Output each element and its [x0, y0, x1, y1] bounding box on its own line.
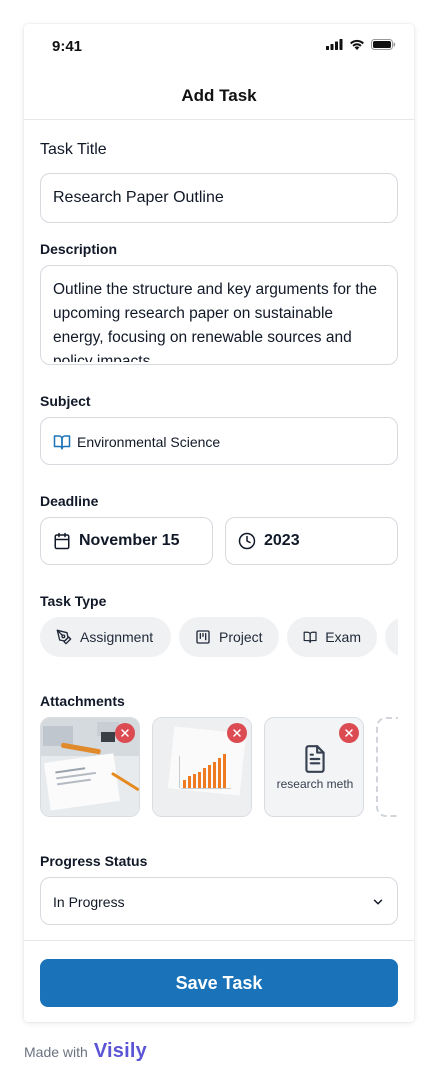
save-task-button[interactable]: Save Task [40, 959, 398, 1007]
calendar-icon [54, 532, 70, 550]
close-icon [121, 729, 129, 737]
progress-status-select[interactable]: In Progress [40, 877, 398, 925]
subject-label: Subject [40, 393, 91, 409]
visily-logo: Visily [93, 1040, 147, 1062]
phone-frame: 9:41 Add Task Task Title Research Paper … [24, 24, 414, 1022]
task-type-chip-label: Exam [325, 629, 361, 645]
deadline-date-value: November 15 [79, 532, 180, 549]
progress-status-value: In Progress [53, 894, 125, 910]
remove-attachment-button[interactable] [227, 723, 247, 743]
task-title-input[interactable]: Research Paper Outline [40, 173, 398, 223]
task-type-chip-label: Assignment [80, 629, 154, 645]
made-with-badge[interactable]: Made with Visily [24, 1040, 147, 1063]
status-bar: 9:41 [24, 24, 414, 68]
progress-status-label: Progress Status [40, 853, 148, 869]
attachments-row-clip [398, 712, 414, 822]
pen-tool-icon [56, 629, 72, 645]
task-type-label: Task Type [40, 593, 107, 609]
subject-value: Environmental Science [77, 434, 221, 450]
battery-icon [371, 39, 396, 50]
status-time: 9:41 [52, 38, 83, 55]
wifi-icon [350, 39, 364, 50]
status-icons [326, 39, 396, 50]
made-with-text: Made with [24, 1043, 88, 1060]
description-value: Outline the structure and key arguments … [53, 281, 377, 362]
task-type-chip-project[interactable]: Project [179, 617, 279, 657]
signal-icon [326, 39, 343, 50]
book-open-icon [303, 631, 317, 643]
deadline-year-picker[interactable]: 2023 [225, 517, 398, 565]
attachment-thumbnail[interactable] [152, 717, 252, 817]
top-navbar: Add Task [24, 68, 414, 120]
page-title: Add Task [181, 86, 257, 105]
remove-attachment-button[interactable] [115, 723, 135, 743]
task-type-chip-assignment[interactable]: Assignment [40, 617, 171, 657]
attachment-file-name: research meth [276, 777, 354, 791]
book-open-icon [53, 435, 71, 450]
chip-row-clip [398, 612, 414, 662]
close-icon [345, 729, 353, 737]
description-textarea[interactable]: Outline the structure and key arguments … [40, 265, 398, 365]
task-type-chip-label: Project [219, 629, 263, 645]
deadline-date-picker[interactable]: November 15 [40, 517, 213, 565]
attachment-file[interactable]: research meth [264, 717, 364, 817]
file-text-icon [305, 745, 325, 773]
attachments-label: Attachments [40, 693, 125, 709]
kanban-icon [196, 630, 210, 644]
deadline-label: Deadline [40, 493, 99, 509]
deadline-year-value: 2023 [264, 532, 300, 549]
task-title-value: Research Paper Outline [53, 189, 224, 206]
task-type-chip-exam[interactable]: Exam [287, 617, 377, 657]
subject-field[interactable]: Environmental Science [40, 417, 398, 465]
description-label: Description [40, 241, 118, 257]
task-title-label: Task Title [40, 141, 107, 158]
close-icon [233, 729, 241, 737]
attachment-thumbnail[interactable] [40, 717, 140, 817]
bottom-action-bar: Save Task [24, 940, 414, 1022]
clock-icon [238, 532, 256, 550]
chevron-down-icon [373, 899, 383, 905]
remove-attachment-button[interactable] [339, 723, 359, 743]
